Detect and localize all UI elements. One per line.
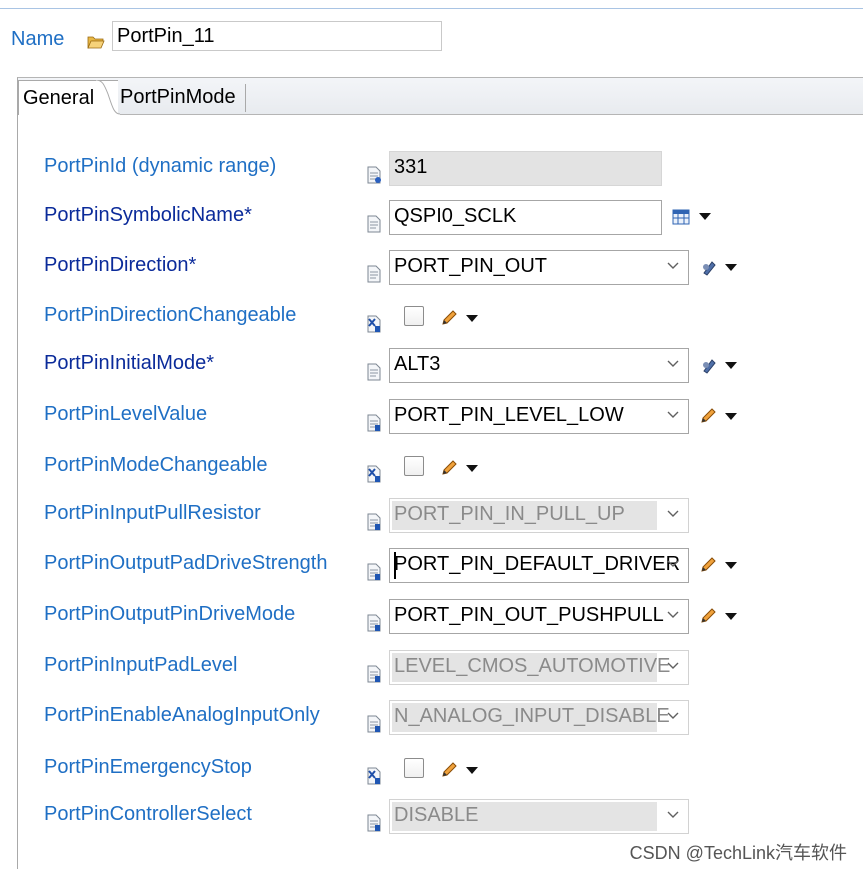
field-select[interactable]: PORT_PIN_DEFAULT_DRIVER bbox=[389, 548, 689, 583]
chevron-down-icon bbox=[667, 510, 679, 517]
top-divider bbox=[0, 8, 863, 9]
dropdown-arrow-icon[interactable] bbox=[466, 315, 478, 323]
watermark: CSDN @TechLink汽车软件 bbox=[629, 843, 847, 863]
dropdown-arrow-icon[interactable] bbox=[699, 213, 711, 221]
form-row: PortPinDirectionChangeable bbox=[0, 300, 863, 340]
field-checkbox[interactable] bbox=[404, 306, 424, 326]
parameter-doc-icon bbox=[367, 363, 381, 381]
chevron-down-icon bbox=[667, 662, 679, 669]
dropdown-arrow-icon[interactable] bbox=[725, 562, 737, 570]
chevron-down-icon bbox=[667, 560, 679, 567]
dropdown-arrow-icon[interactable] bbox=[466, 767, 478, 775]
form-row: PortPinModeChangeable bbox=[0, 450, 863, 490]
field-checkbox[interactable] bbox=[404, 456, 424, 476]
field-label: PortPinDirection* bbox=[44, 254, 197, 276]
parameter-doc-icon bbox=[367, 513, 381, 531]
boolean-param-icon bbox=[367, 315, 381, 333]
dropdown-arrow-icon[interactable] bbox=[466, 465, 478, 473]
field-value: PORT_PIN_OUT bbox=[394, 255, 547, 277]
field-label: PortPinSymbolicName* bbox=[44, 204, 252, 226]
field-select[interactable]: PORT_PIN_OUT_PUSHPULL bbox=[389, 599, 689, 634]
field-value: N_ANALOG_INPUT_DISABLE bbox=[394, 705, 670, 727]
field-label: PortPinModeChangeable bbox=[44, 454, 268, 476]
chevron-down-icon bbox=[667, 712, 679, 719]
field-label: PortPinId (dynamic range) bbox=[44, 155, 277, 177]
field-value: PORT_PIN_IN_PULL_UP bbox=[394, 503, 625, 525]
folder-open-icon bbox=[87, 36, 105, 49]
chevron-down-icon bbox=[667, 411, 679, 418]
field-input[interactable]: QSPI0_SCLK bbox=[389, 200, 662, 235]
field-label: PortPinLevelValue bbox=[44, 403, 208, 425]
chevron-down-icon bbox=[667, 811, 679, 818]
dropdown-arrow-icon[interactable] bbox=[725, 413, 737, 421]
edit-pencil-icon[interactable] bbox=[440, 309, 458, 327]
field-select: LEVEL_CMOS_AUTOMOTIVE bbox=[389, 650, 689, 685]
parameter-doc-icon bbox=[367, 665, 381, 683]
chevron-down-icon bbox=[667, 611, 679, 618]
field-label: PortPinInitialMode* bbox=[44, 352, 215, 374]
tab-separator bbox=[245, 84, 246, 112]
field-value: QSPI0_SCLK bbox=[394, 205, 517, 227]
field-select: DISABLE bbox=[389, 799, 689, 834]
boolean-param-icon bbox=[367, 767, 381, 785]
field-checkbox[interactable] bbox=[404, 758, 424, 778]
field-select: PORT_PIN_IN_PULL_UP bbox=[389, 498, 689, 533]
field-value: PORT_PIN_LEVEL_LOW bbox=[394, 404, 624, 426]
parameter-doc-icon bbox=[367, 614, 381, 632]
parameter-doc-icon bbox=[367, 166, 381, 184]
dropdown-arrow-icon[interactable] bbox=[725, 362, 737, 370]
symbolic-name-table-icon[interactable] bbox=[672, 208, 690, 226]
field-value: 331 bbox=[394, 156, 428, 178]
dropdown-arrow-icon[interactable] bbox=[725, 613, 737, 621]
tab-portpinmode[interactable]: PortPinMode bbox=[116, 80, 248, 114]
name-field[interactable]: PortPin_11 bbox=[112, 21, 442, 51]
edit-pencil-icon[interactable] bbox=[699, 407, 717, 425]
field-select[interactable]: PORT_PIN_LEVEL_LOW bbox=[389, 399, 689, 434]
name-label: Name bbox=[11, 28, 65, 50]
calculated-value-icon[interactable] bbox=[700, 357, 718, 375]
edit-pencil-icon[interactable] bbox=[440, 459, 458, 477]
field-label: PortPinEnableAnalogInputOnly bbox=[44, 704, 320, 726]
field-input: 331 bbox=[389, 151, 662, 186]
form-row: PortPinEmergencyStop bbox=[0, 752, 863, 792]
field-select: N_ANALOG_INPUT_DISABLE bbox=[389, 700, 689, 735]
parameter-doc-icon bbox=[367, 215, 381, 233]
chevron-down-icon bbox=[667, 262, 679, 269]
parameter-doc-icon bbox=[367, 814, 381, 832]
field-value: PORT_PIN_OUT_PUSHPULL bbox=[394, 604, 664, 626]
dropdown-arrow-icon[interactable] bbox=[725, 264, 737, 272]
parameter-doc-icon bbox=[367, 265, 381, 283]
edit-pencil-icon[interactable] bbox=[699, 556, 717, 574]
parameter-doc-icon bbox=[367, 563, 381, 581]
field-value: LEVEL_CMOS_AUTOMOTIVE bbox=[394, 655, 671, 677]
edit-pencil-icon[interactable] bbox=[440, 761, 458, 779]
field-label: PortPinControllerSelect bbox=[44, 803, 252, 825]
parameter-doc-icon bbox=[367, 414, 381, 432]
calculated-value-icon[interactable] bbox=[700, 259, 718, 277]
field-select[interactable]: PORT_PIN_OUT bbox=[389, 250, 689, 285]
field-label: PortPinOutputPinDriveMode bbox=[44, 603, 296, 625]
parameter-doc-icon bbox=[367, 715, 381, 733]
field-label: PortPinInputPadLevel bbox=[44, 654, 238, 676]
edit-pencil-icon[interactable] bbox=[699, 607, 717, 625]
field-label: PortPinOutputPadDriveStrength bbox=[44, 552, 328, 574]
field-label: PortPinInputPullResistor bbox=[44, 502, 261, 524]
field-value: PORT_PIN_DEFAULT_DRIVER bbox=[394, 553, 681, 575]
boolean-param-icon bbox=[367, 465, 381, 483]
field-select[interactable]: ALT3 bbox=[389, 348, 689, 383]
field-label: PortPinEmergencyStop bbox=[44, 756, 252, 778]
chevron-down-icon bbox=[667, 360, 679, 367]
field-value: DISABLE bbox=[394, 804, 479, 826]
field-value: ALT3 bbox=[394, 353, 441, 375]
field-label: PortPinDirectionChangeable bbox=[44, 304, 297, 326]
